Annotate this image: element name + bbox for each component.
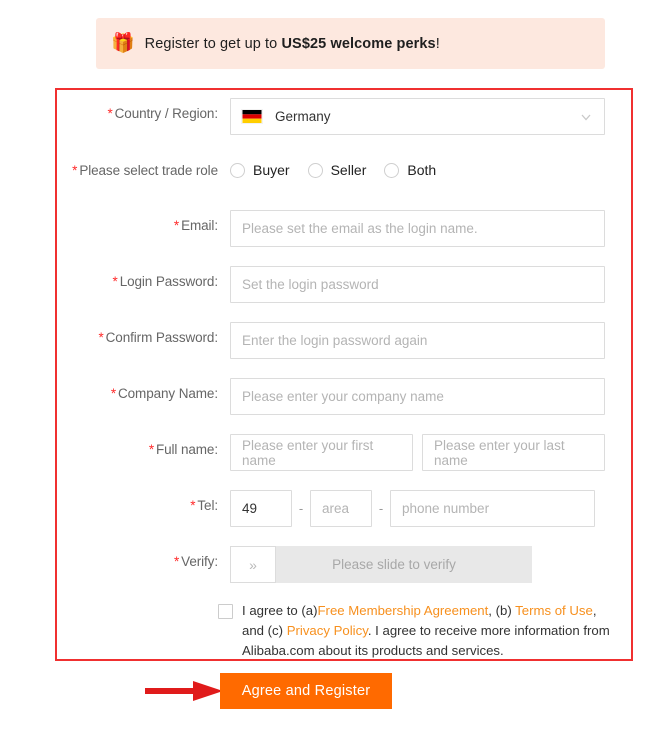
tel-country-code-value: 49 <box>242 501 258 516</box>
promo-banner-text: Register to get up to US$25 welcome perk… <box>145 36 440 52</box>
last-name-input[interactable]: Please enter your last name <box>422 434 605 471</box>
radio-circle-icon[interactable] <box>307 162 323 178</box>
required-asterisk: * <box>110 386 116 401</box>
required-asterisk: * <box>174 554 180 569</box>
required-asterisk: * <box>190 498 196 513</box>
confirm-password-field-wrap: Enter the login password again <box>230 322 605 359</box>
country-select[interactable]: Germany <box>230 98 605 135</box>
country-region-label-text: Country / Region: <box>114 106 218 121</box>
company-name-label: * Company Name: <box>55 378 218 401</box>
login-password-input[interactable]: Set the login password <box>230 266 605 303</box>
annotation-pointer-arrow <box>145 681 223 701</box>
confirm-password-row: * Confirm Password: Enter the login passw… <box>55 322 633 359</box>
gift-box-icon: 🎁 <box>111 33 135 54</box>
tel-number-input[interactable]: phone number <box>390 490 595 527</box>
email-placeholder: Please set the email as the login name. <box>242 221 478 236</box>
free-membership-agreement-link[interactable]: Free Membership Agreement <box>318 603 489 618</box>
full-name-field-wrap: Please enter your first name Please ente… <box>230 434 605 471</box>
tel-country-code-input[interactable]: 49 <box>230 490 292 527</box>
email-row: * Email: Please set the email as the logi… <box>55 210 633 247</box>
confirm-password-placeholder: Enter the login password again <box>242 333 428 348</box>
radio-option-seller[interactable]: Seller <box>307 162 367 178</box>
required-asterisk: * <box>107 106 113 121</box>
tel-area-placeholder: area <box>322 501 350 516</box>
tel-number-placeholder: phone number <box>402 501 490 516</box>
login-password-field-wrap: Set the login password <box>230 266 605 303</box>
full-name-label: * Full name: <box>55 434 218 457</box>
trade-role-label-text: Please select trade role <box>79 163 218 178</box>
required-asterisk: * <box>72 163 78 178</box>
trade-role-row: * Please select trade role Buyer Seller B… <box>55 155 633 178</box>
email-label-text: Email: <box>181 218 218 233</box>
verify-label-text: Verify: <box>181 554 218 569</box>
promo-banner: 🎁 Register to get up to US$25 welcome pe… <box>96 18 605 69</box>
last-name-placeholder: Please enter your last name <box>434 437 565 468</box>
agreement-part-1: I agree to (a) <box>242 603 318 618</box>
slide-verify-text: Please slide to verify <box>332 557 456 572</box>
tel-field-wrap: 49 - area - phone number <box>230 490 595 527</box>
login-password-row: * Login Password: Set the login password <box>55 266 633 303</box>
confirm-password-label: * Confirm Password: <box>55 322 219 345</box>
agreement-checkbox[interactable] <box>218 604 233 619</box>
first-name-placeholder: Please enter your first name <box>242 437 374 468</box>
first-name-input[interactable]: Please enter your first name <box>230 434 413 471</box>
company-name-field-wrap: Please enter your company name <box>230 378 605 415</box>
tel-separator-2: - <box>378 501 384 516</box>
promo-highlight: US$25 welcome perks <box>281 35 436 52</box>
agreement-part-2: , (b) <box>488 603 516 618</box>
tel-label-text: Tel: <box>197 498 218 513</box>
radio-label-both: Both <box>407 162 437 178</box>
full-name-label-text: Full name: <box>155 442 218 457</box>
promo-text-after: ! <box>435 35 440 52</box>
agree-and-register-button[interactable]: Agree and Register <box>220 673 392 709</box>
required-asterisk: * <box>98 330 104 345</box>
tel-area-input[interactable]: area <box>310 490 372 527</box>
privacy-policy-link[interactable]: Privacy Policy <box>287 623 368 638</box>
radio-label-buyer: Buyer <box>253 162 290 178</box>
tel-row: * Tel: 49 - area - phone number <box>55 490 633 527</box>
radio-label-seller: Seller <box>330 162 367 178</box>
country-region-row: * Country / Region: Germany <box>55 98 633 135</box>
login-password-placeholder: Set the login password <box>242 277 379 292</box>
trade-role-radio-group: Buyer Seller Both <box>230 155 454 178</box>
slide-verify-widget[interactable]: » Please slide to verify <box>230 546 532 583</box>
email-input[interactable]: Please set the email as the login name. <box>230 210 605 247</box>
radio-circle-icon[interactable] <box>384 162 400 178</box>
chevron-down-icon <box>581 114 591 120</box>
company-name-placeholder: Please enter your company name <box>242 389 444 404</box>
required-asterisk: * <box>112 274 118 289</box>
agreement-row: I agree to (a)Free Membership Agreement,… <box>218 601 618 661</box>
promo-text-before: Register to get up to <box>144 35 282 52</box>
tel-label: * Tel: <box>55 490 218 513</box>
login-password-label-text: Login Password: <box>119 274 218 289</box>
agreement-text: I agree to (a)Free Membership Agreement,… <box>242 601 618 661</box>
trade-role-field-wrap: Buyer Seller Both <box>230 155 454 178</box>
trade-role-label: * Please select trade role <box>55 155 218 178</box>
full-name-row: * Full name: Please enter your first name… <box>55 434 633 471</box>
confirm-password-label-text: Confirm Password: <box>105 330 218 345</box>
registration-form: * Country / Region: Germany * Please selec… <box>55 88 633 661</box>
radio-option-both[interactable]: Both <box>384 162 436 178</box>
terms-of-use-link[interactable]: Terms of Use <box>515 603 593 618</box>
radio-circle-icon[interactable] <box>230 162 245 178</box>
required-asterisk: * <box>173 218 180 233</box>
double-chevron-right-icon[interactable]: » <box>230 546 276 583</box>
email-field-wrap: Please set the email as the login name. <box>230 210 605 247</box>
radio-option-buyer[interactable]: Buyer <box>230 162 290 178</box>
email-label: * Email: <box>55 210 218 233</box>
verify-row: * Verify: » Please slide to verify <box>55 546 633 583</box>
germany-flag-icon <box>241 109 263 124</box>
verify-label: * Verify: <box>55 546 218 569</box>
company-name-label-text: Company Name: <box>118 386 218 401</box>
country-region-field-wrap: Germany <box>230 98 605 135</box>
verify-field-wrap: » Please slide to verify <box>230 546 532 583</box>
login-password-label: * Login Password: <box>55 266 219 289</box>
tel-separator-1: - <box>298 501 304 516</box>
country-select-value: Germany <box>275 109 331 124</box>
confirm-password-input[interactable]: Enter the login password again <box>230 322 605 359</box>
required-asterisk: * <box>148 442 154 457</box>
company-name-row: * Company Name: Please enter your company… <box>55 378 633 415</box>
country-region-label: * Country / Region: <box>55 98 218 121</box>
company-name-input[interactable]: Please enter your company name <box>230 378 605 415</box>
